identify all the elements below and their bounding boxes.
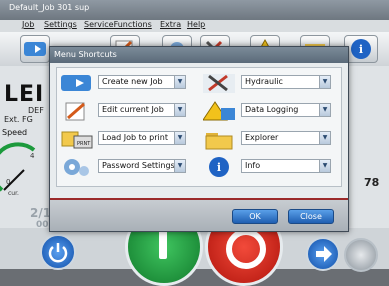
gauge-tick-0: 0 xyxy=(6,178,10,186)
menu-settings[interactable]: Settings xyxy=(44,20,77,29)
chevron-down-icon[interactable]: ▼ xyxy=(319,76,330,88)
shortcuts-panel: Create new Job ▼ Edit current Job ▼ PRNT L… xyxy=(56,67,342,187)
shortcut-label: Info xyxy=(245,161,261,170)
ok-button[interactable]: OK xyxy=(232,209,278,224)
arrow-right-icon xyxy=(316,246,332,262)
toolbar-new-job-button[interactable] xyxy=(20,35,50,63)
shortcut-select-load-job[interactable]: Load Job to print ▼ xyxy=(98,131,186,145)
brand-subtitle: DEF Ext. FG xyxy=(4,106,44,124)
shortcut-select-hydraulic[interactable]: Hydraulic ▼ xyxy=(241,75,331,89)
data-logging-icon xyxy=(203,101,235,121)
svg-text:PRNT: PRNT xyxy=(77,141,91,147)
shortcut-row: PRNT Load Job to print ▼ xyxy=(60,128,200,149)
shortcut-row: Explorer ▼ xyxy=(203,128,339,150)
gauge-unit: cur. xyxy=(8,190,19,197)
shortcut-label: Hydraulic xyxy=(245,77,283,86)
shortcut-select-data-logging[interactable]: Data Logging ▼ xyxy=(241,103,331,117)
shortcut-label: Password Settings xyxy=(102,161,175,170)
brand-logo-text: LEI xyxy=(4,82,45,107)
shortcut-row: i Info ▼ xyxy=(203,156,339,177)
menu-help[interactable]: Help xyxy=(187,20,205,29)
chevron-down-icon[interactable]: ▼ xyxy=(319,104,330,116)
start-bar-icon xyxy=(159,229,167,259)
shortcut-select-info[interactable]: Info ▼ xyxy=(241,159,331,173)
shortcut-label: Load Job to print xyxy=(102,133,168,142)
chevron-down-icon[interactable]: ▼ xyxy=(319,132,330,144)
menu-extra[interactable]: Extra xyxy=(160,20,181,29)
hydraulic-icon xyxy=(203,74,235,93)
toolbar-info-button[interactable]: i xyxy=(344,35,378,63)
power-icon xyxy=(48,243,68,263)
shortcut-row: Data Logging ▼ xyxy=(203,100,339,121)
shortcut-select-password[interactable]: Password Settings ▼ xyxy=(98,159,186,173)
shortcut-label: Data Logging xyxy=(245,105,299,114)
info-icon: i xyxy=(351,39,371,59)
chevron-down-icon[interactable]: ▼ xyxy=(174,76,185,88)
shortcut-row: Edit current Job ▼ xyxy=(60,100,200,121)
counter-value: 78 xyxy=(364,176,380,189)
date-partial: 2/1 00 xyxy=(30,206,51,230)
new-job-icon xyxy=(24,42,46,56)
next-button[interactable] xyxy=(306,237,340,271)
folder-icon xyxy=(205,133,233,150)
shortcut-select-explorer[interactable]: Explorer ▼ xyxy=(241,131,331,145)
window-title: Default_Job 301 sup xyxy=(0,0,389,20)
menu-service-functions[interactable]: ServiceFunctions xyxy=(84,20,152,29)
menu-shortcuts-dialog: Menu Shortcuts Create new Job ▼ Edit curr… xyxy=(49,46,349,232)
speed-gauge: 4 0 cur. xyxy=(0,142,36,197)
svg-text:i: i xyxy=(359,43,363,56)
chevron-down-icon[interactable]: ▼ xyxy=(174,104,185,116)
power-button[interactable] xyxy=(40,234,76,270)
load-job-icon: PRNT xyxy=(61,131,93,149)
chevron-down-icon[interactable]: ▼ xyxy=(174,132,185,144)
shortcut-label: Create new Job xyxy=(102,77,163,86)
shortcut-label: Explorer xyxy=(245,133,279,142)
stop-ring-icon xyxy=(226,229,266,269)
svg-text:i: i xyxy=(217,161,221,174)
gauge-tick-4: 4 xyxy=(30,152,35,160)
shortcut-row: Hydraulic ▼ xyxy=(203,72,339,93)
password-settings-icon xyxy=(64,159,89,176)
chevron-down-icon[interactable]: ▼ xyxy=(174,160,185,172)
close-button[interactable]: Close xyxy=(288,209,334,224)
brand-sub-line2: Ext. FG xyxy=(4,115,33,124)
date-line1: 2/1 xyxy=(30,206,52,220)
speed-label: Speed xyxy=(2,128,28,137)
shortcut-row: Password Settings ▼ xyxy=(60,156,200,176)
shortcut-select-edit-job[interactable]: Edit current Job ▼ xyxy=(98,103,186,117)
shortcut-select-create-job[interactable]: Create new Job ▼ xyxy=(98,75,186,89)
shortcut-label: Edit current Job xyxy=(102,105,164,114)
brand-sub-line1: DEF xyxy=(28,106,44,115)
status-lamp xyxy=(344,238,378,272)
menu-bar: Job Settings ServiceFunctions Extra Help xyxy=(0,20,389,32)
dialog-footer: OK Close xyxy=(50,200,348,231)
menu-job[interactable]: Job xyxy=(22,20,34,29)
chevron-down-icon[interactable]: ▼ xyxy=(319,160,330,172)
dialog-title: Menu Shortcuts xyxy=(50,47,348,63)
info-icon: i xyxy=(209,157,229,177)
create-job-icon xyxy=(61,75,91,91)
shortcut-row: Create new Job ▼ xyxy=(60,72,200,92)
edit-job-icon xyxy=(65,102,85,121)
